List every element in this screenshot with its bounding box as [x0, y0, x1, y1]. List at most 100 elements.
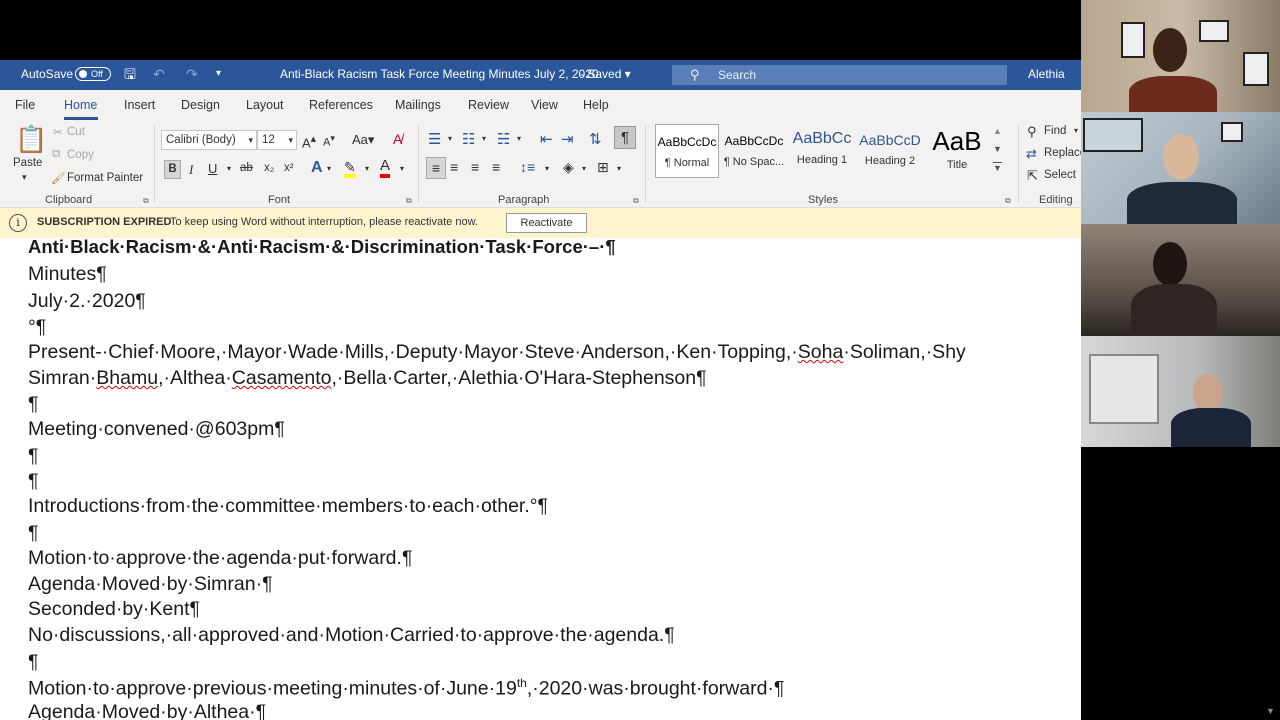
line-spacing-dropdown-icon[interactable]: ▾ [545, 164, 549, 173]
format-painter-button[interactable]: Format Painter [67, 172, 143, 184]
tab-mailings[interactable]: Mailings [395, 98, 441, 112]
align-right-icon[interactable]: ≡ [471, 159, 479, 175]
style-no-spacing[interactable]: AaBbCcDc ¶ No Spac... [722, 124, 786, 178]
tab-help[interactable]: Help [583, 98, 609, 112]
text-effects-dropdown-icon[interactable]: ▾ [327, 164, 331, 173]
cut-icon[interactable]: ✂ [53, 125, 63, 139]
scroll-down-icon[interactable]: ▼ [1266, 706, 1276, 716]
style-normal[interactable]: AaBbCcDc ¶ Normal [655, 124, 719, 178]
search-box[interactable]: ⚲ Search [672, 65, 1007, 85]
tab-file[interactable]: File [15, 98, 35, 112]
find-icon[interactable]: ⚲ [1027, 124, 1037, 140]
select-button[interactable]: Select [1044, 169, 1076, 181]
underline-dropdown-icon[interactable]: ▾ [227, 164, 231, 173]
divider [1018, 126, 1019, 202]
screen: AutoSave Off 🖫 ↶ ↷ ▾ Anti-Black Racism T… [0, 0, 1280, 720]
select-icon[interactable]: ⇱ [1027, 168, 1038, 184]
font-color-dropdown-icon[interactable]: ▾ [400, 164, 404, 173]
replace-button[interactable]: Replace [1044, 147, 1081, 159]
misspelled-word[interactable]: Bhamu [96, 367, 158, 389]
tab-review[interactable]: Review [468, 98, 509, 112]
bullets-dropdown-icon[interactable]: ▾ [448, 134, 452, 143]
replace-icon[interactable]: ⇄ [1026, 146, 1037, 162]
show-formatting-marks-icon[interactable]: ¶ [614, 126, 636, 149]
tab-references[interactable]: References [309, 98, 373, 112]
saved-status[interactable]: - Saved ▾ [580, 60, 631, 90]
style-heading-1[interactable]: AaBbCc Heading 1 [790, 124, 854, 178]
tab-insert[interactable]: Insert [124, 98, 155, 112]
reactivate-button[interactable]: Reactivate [506, 213, 587, 233]
align-center-icon[interactable]: ≡ [450, 159, 458, 175]
misspelled-word[interactable]: Casamento [232, 367, 332, 389]
find-dropdown-icon[interactable]: ▾ [1074, 126, 1078, 135]
styles-scroll-down-icon[interactable]: ▼ [993, 144, 1002, 154]
copy-button[interactable]: Copy [67, 149, 94, 161]
misspelled-word[interactable]: Soha [798, 341, 844, 363]
tab-design[interactable]: Design [181, 98, 220, 112]
document-page[interactable]: Anti·Black·Racism·&·Anti·Racism·&·Discri… [0, 238, 1081, 720]
styles-launcher-icon[interactable]: ⧉ [1005, 196, 1011, 206]
customize-toolbar-icon[interactable]: ▾ [216, 60, 221, 90]
bullets-icon[interactable]: ☰ [428, 130, 441, 148]
style-heading-2[interactable]: AaBbCcD Heading 2 [858, 124, 922, 178]
paste-icon[interactable]: 📋 [15, 124, 47, 155]
italic-button[interactable]: I [189, 162, 193, 178]
undo-icon[interactable]: ↶ [153, 60, 165, 90]
redo-icon[interactable]: ↷ [186, 60, 198, 90]
document-heading: Anti·Black·Racism·&·Anti·Racism·&·Discri… [28, 238, 616, 257]
grow-font-icon[interactable]: A▴ [302, 132, 316, 150]
decrease-indent-icon[interactable]: ⇤ [540, 130, 553, 148]
numbering-icon[interactable]: ☷ [462, 130, 475, 148]
font-color-icon[interactable]: A [380, 158, 391, 178]
style-title[interactable]: AaB Title [925, 124, 989, 178]
clipboard-launcher-icon[interactable]: ⧉ [143, 196, 149, 206]
multilevel-dropdown-icon[interactable]: ▾ [517, 134, 521, 143]
paste-dropdown-icon[interactable]: ▾ [22, 172, 27, 183]
copy-icon[interactable]: ⧉ [52, 148, 60, 161]
superscript-button[interactable]: x² [284, 162, 294, 174]
borders-icon[interactable]: ⊞ [597, 159, 609, 176]
user-name[interactable]: Alethia [1028, 60, 1065, 90]
numbering-dropdown-icon[interactable]: ▾ [482, 134, 486, 143]
change-case-icon[interactable]: Aa▾ [352, 132, 374, 148]
doc-line: Motion·to·approve·previous·meeting·minut… [28, 676, 784, 701]
wall-frame [1083, 118, 1143, 152]
paragraph-launcher-icon[interactable]: ⧉ [633, 196, 639, 206]
underline-button[interactable]: U [208, 161, 217, 176]
saved-status-label: Saved [587, 67, 622, 81]
multilevel-list-icon[interactable]: ☵ [497, 130, 510, 148]
save-icon[interactable]: 🖫 [124, 60, 136, 90]
bold-button[interactable]: B [164, 160, 181, 179]
shrink-font-icon[interactable]: A▾ [323, 133, 335, 149]
highlight-icon[interactable]: ✎ [344, 160, 356, 178]
subscript-button[interactable]: x₂ [264, 162, 274, 174]
strikethrough-button[interactable]: ab [240, 162, 253, 174]
styles-scroll-up-icon[interactable]: ▲ [993, 126, 1002, 136]
borders-dropdown-icon[interactable]: ▾ [617, 164, 621, 173]
autosave-toggle[interactable]: Off [75, 67, 111, 81]
shading-dropdown-icon[interactable]: ▾ [582, 164, 586, 173]
text-effects-icon[interactable]: A [311, 159, 323, 177]
title-bar: AutoSave Off 🖫 ↶ ↷ ▾ Anti-Black Racism T… [0, 60, 1081, 90]
clear-formatting-icon[interactable]: A̸ [393, 131, 402, 147]
align-left-icon[interactable]: ≡ [426, 157, 446, 179]
font-size-select[interactable]: 12 ▾ [257, 130, 297, 150]
increase-indent-icon[interactable]: ⇥ [561, 130, 574, 148]
tab-home[interactable]: Home [64, 98, 97, 112]
tab-view[interactable]: View [531, 98, 558, 112]
line-spacing-icon[interactable]: ↕≡ [520, 159, 535, 175]
highlight-dropdown-icon[interactable]: ▾ [365, 164, 369, 173]
tab-layout[interactable]: Layout [246, 98, 284, 112]
paste-button[interactable]: Paste [13, 157, 42, 169]
doc-line: ¶ [28, 522, 39, 544]
justify-icon[interactable]: ≡ [492, 159, 500, 175]
font-launcher-icon[interactable]: ⧉ [406, 196, 412, 206]
find-button[interactable]: Find [1044, 125, 1066, 137]
cut-button[interactable]: Cut [67, 126, 85, 138]
sort-icon[interactable]: ⇅ [589, 130, 602, 148]
font-name-select[interactable]: Calibri (Body) ▾ [161, 130, 257, 150]
styles-more-icon[interactable]: ▼ [993, 162, 1002, 173]
shading-icon[interactable]: ◈ [563, 159, 574, 176]
chevron-down-icon: ▾ [248, 135, 253, 145]
format-painter-icon[interactable]: 🖌 [51, 171, 66, 185]
